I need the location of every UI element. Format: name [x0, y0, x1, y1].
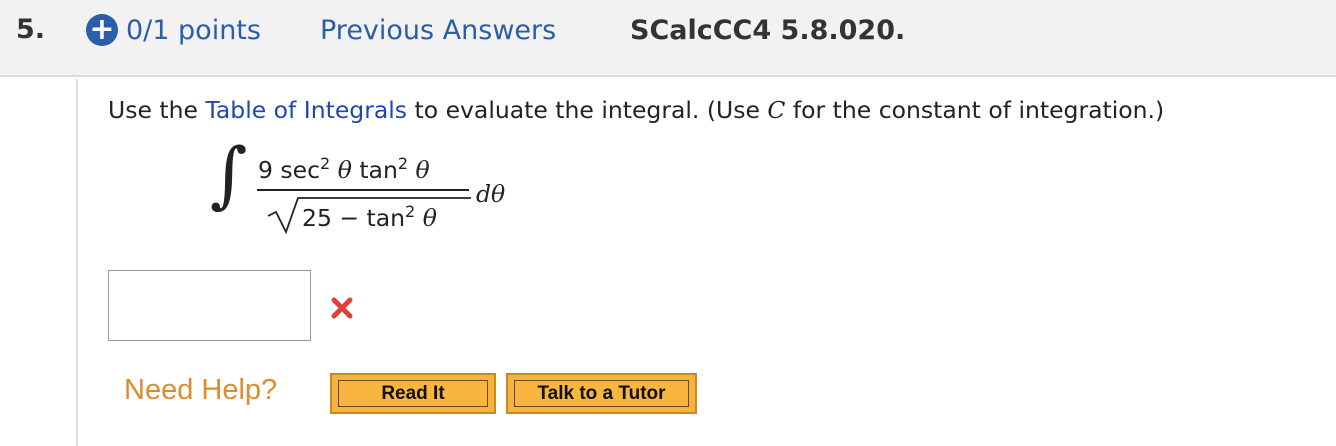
denominator-exp: 2 — [405, 202, 416, 221]
table-of-integrals-link[interactable]: Table of Integrals — [205, 96, 407, 124]
question-header: 5. + 0/1 points Previous Answers SCalcCC… — [0, 0, 1336, 77]
integral-sign: ∫ — [210, 132, 248, 216]
question-number: 5. — [16, 14, 46, 45]
differential-text: dθ — [476, 180, 506, 208]
differential: dθ — [476, 180, 505, 208]
prompt-text-end: for the constant of integration.) — [785, 96, 1165, 124]
points-link[interactable]: 0/1 points — [126, 15, 261, 46]
previous-answers-link[interactable]: Previous Answers — [320, 15, 556, 46]
denominator-theta: θ — [415, 204, 437, 232]
constant-symbol: C — [767, 96, 786, 124]
talk-to-tutor-button[interactable]: Talk to a Tutor — [506, 373, 697, 414]
numerator-tan: tan — [351, 156, 398, 184]
numerator-exp2: 2 — [397, 154, 409, 173]
integrand-numerator: 9 sec2 θ tan2 θ — [258, 154, 430, 184]
numerator-coef: 9 sec — [258, 156, 321, 184]
left-divider — [76, 79, 78, 446]
prompt-text-middle: to evaluate the integral. (Use — [407, 96, 768, 124]
denominator-lead: 25 − tan — [302, 204, 406, 232]
integrand-denominator: 25 − tan2 θ — [302, 202, 437, 232]
talk-to-tutor-label: Talk to a Tutor — [537, 382, 666, 404]
read-it-label: Read It — [381, 382, 445, 404]
question-prompt: Use the Table of Integrals to evaluate t… — [108, 96, 1164, 124]
answer-input[interactable] — [108, 270, 311, 341]
need-help-label: Need Help? — [124, 374, 278, 406]
prompt-text-start: Use the — [108, 96, 206, 124]
fraction-bar — [257, 189, 469, 191]
numerator-theta1: θ — [330, 156, 352, 184]
numerator-theta2: θ — [408, 156, 430, 184]
numerator-exp1: 2 — [320, 154, 331, 173]
problem-code: SCalcCC4 5.8.020. — [630, 15, 906, 46]
read-it-button[interactable]: Read It — [330, 373, 496, 414]
incorrect-x-icon — [331, 297, 353, 319]
expand-plus-icon[interactable]: + — [86, 14, 118, 46]
